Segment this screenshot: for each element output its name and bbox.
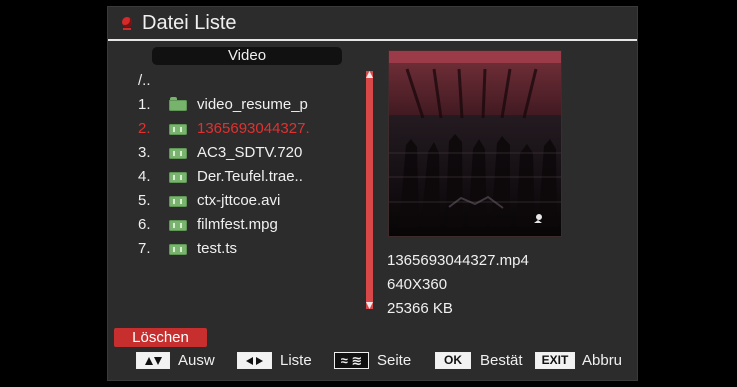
video-file-icon	[169, 124, 187, 135]
tv-screen: Datei Liste Video /.. 1. video_resume_p …	[0, 0, 737, 387]
left-right-arrows-icon	[246, 357, 263, 365]
file-number: 5.	[138, 192, 151, 209]
preview-filename: 1365693044327.mp4	[387, 252, 529, 269]
file-item-ctx[interactable]: 5. ctx-jttcoe.avi	[136, 189, 366, 213]
current-folder-label: Video	[152, 47, 342, 65]
file-number: 7.	[138, 240, 151, 257]
file-name: ctx-jttcoe.avi	[197, 192, 281, 209]
file-name: video_resume_p	[197, 96, 308, 113]
confirm-label: Bestät	[480, 352, 523, 369]
file-name: test.ts	[197, 240, 238, 257]
video-file-icon	[169, 172, 187, 183]
preview-resolution: 640X360	[387, 276, 448, 293]
exit-key: EXIT	[535, 352, 575, 369]
page-label: Seite	[377, 352, 412, 369]
video-preview	[388, 50, 562, 237]
file-name: filmfest.mpg	[197, 216, 278, 233]
video-file-icon	[169, 148, 187, 159]
file-name: Der.Teufel.trae..	[197, 168, 303, 185]
video-file-icon	[169, 196, 187, 207]
file-item-video-resume[interactable]: 1. video_resume_p	[136, 93, 366, 117]
up-down-arrows-icon	[145, 357, 162, 365]
file-name: 1365693044327.	[197, 120, 310, 137]
delete-button[interactable]: Löschen	[114, 328, 207, 347]
dialog-header: Datei Liste	[108, 7, 637, 39]
video-thumbnail	[389, 51, 561, 236]
scroll-up-icon[interactable]	[366, 71, 373, 78]
select-label: Ausw	[178, 352, 215, 369]
file-number: 4.	[138, 168, 151, 185]
video-file-icon	[169, 244, 187, 255]
list-label: Liste	[280, 352, 312, 369]
file-item-selected[interactable]: 2. 1365693044327.	[136, 117, 366, 141]
dialog-title: Datei Liste	[142, 12, 237, 34]
scroll-down-icon[interactable]	[366, 302, 373, 309]
footer-shortcuts: Ausw Liste ≈ ≋ Seite OK Bestät EXIT Abbr…	[136, 349, 636, 373]
file-number: 6.	[138, 216, 151, 233]
ok-key: OK	[435, 352, 471, 369]
double-chevron-icon: ≈ ≋	[334, 352, 369, 369]
preview-info: 1365693044327.mp4 640X360 25366 KB	[387, 249, 529, 321]
cancel-label: Abbru	[582, 352, 623, 369]
parent-directory-item[interactable]: /..	[136, 69, 366, 93]
up-down-arrows-icon	[136, 352, 170, 369]
folder-icon	[122, 17, 132, 30]
folder-icon	[169, 97, 187, 111]
file-number: 2.	[138, 120, 151, 137]
file-number: 3.	[138, 144, 151, 161]
file-item-der-teufel[interactable]: 4. Der.Teufel.trae..	[136, 165, 366, 189]
file-item-filmfest[interactable]: 6. filmfest.mpg	[136, 213, 366, 237]
file-item-ac3[interactable]: 3. AC3_SDTV.720	[136, 141, 366, 165]
file-list-dialog: Datei Liste Video /.. 1. video_resume_p …	[107, 6, 638, 381]
file-list-scrollbar[interactable]	[366, 71, 373, 309]
title-divider	[108, 39, 637, 41]
file-item-test[interactable]: 7. test.ts	[136, 237, 366, 261]
file-list[interactable]: /.. 1. video_resume_p 2. 1365693044327. …	[136, 69, 366, 261]
left-right-arrows-icon	[237, 352, 272, 369]
file-name: /..	[138, 72, 151, 89]
preview-file-size: 25366 KB	[387, 300, 453, 317]
video-file-icon	[169, 220, 187, 231]
file-number: 1.	[138, 96, 151, 113]
file-name: AC3_SDTV.720	[197, 144, 303, 161]
